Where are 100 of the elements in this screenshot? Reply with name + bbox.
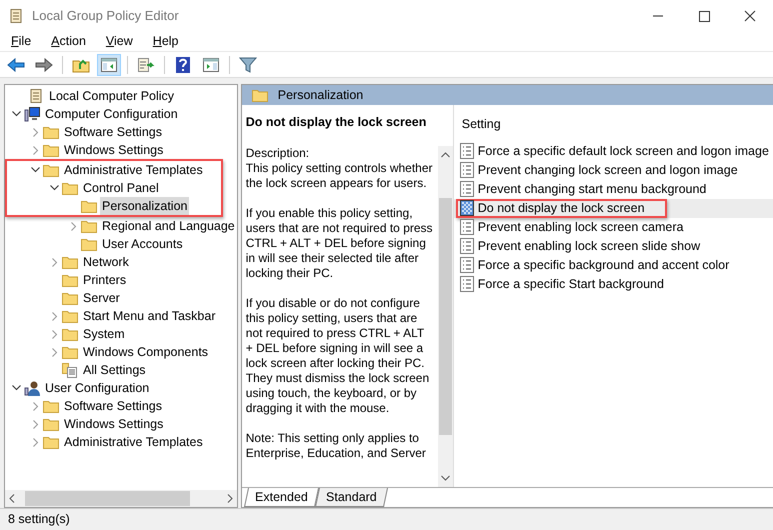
folder-icon xyxy=(43,435,59,449)
tree-item[interactable]: Local Computer Policy xyxy=(47,86,176,106)
folder-icon xyxy=(252,88,268,102)
menu-item[interactable]: View xyxy=(106,32,133,51)
chevron-right-icon[interactable] xyxy=(52,258,58,266)
window-title: Local Group Policy Editor xyxy=(32,7,179,26)
folder-icon xyxy=(43,143,59,157)
settings-list-icon xyxy=(62,362,78,378)
chevron-right-icon[interactable] xyxy=(32,146,38,154)
tree-item[interactable]: Software Settings xyxy=(62,396,164,416)
scroll-down-icon[interactable] xyxy=(440,475,450,481)
tree-item[interactable]: Server xyxy=(81,288,122,308)
folder-icon xyxy=(43,417,59,431)
scroll-right-icon[interactable] xyxy=(226,494,233,503)
setting-row[interactable]: Prevent enabling lock screen camera xyxy=(454,218,773,237)
setting-name: Force a specific default lock screen and logon image xyxy=(478,142,769,160)
setting-name: Force a specific background and accent color xyxy=(478,256,730,274)
setting-row[interactable]: Prevent changing lock screen and logon image xyxy=(454,160,773,180)
list-page-icon xyxy=(460,143,474,160)
folder-icon xyxy=(62,327,78,341)
vertical-scrollbar[interactable] xyxy=(438,146,453,487)
chevron-right-icon[interactable] xyxy=(52,348,58,356)
setting-row[interactable]: Force a specific background and accent color xyxy=(454,256,773,275)
tree-item[interactable]: Administrative Templates xyxy=(62,160,205,180)
folder-icon xyxy=(62,273,78,287)
list-page-icon xyxy=(460,238,474,254)
tree-item[interactable]: User Configuration xyxy=(43,378,152,398)
folder-icon xyxy=(62,291,78,305)
column-header[interactable]: Setting xyxy=(454,115,773,142)
list-page-icon xyxy=(460,257,474,274)
forward-arrow-icon[interactable] xyxy=(35,58,53,72)
checkered-page-icon xyxy=(460,200,474,216)
list-page-icon xyxy=(460,219,474,236)
tree-item[interactable]: Windows Settings xyxy=(62,140,166,160)
chevron-down-icon[interactable] xyxy=(12,385,21,391)
tree-item[interactable]: Control Panel xyxy=(81,178,161,198)
scroll-up-icon[interactable] xyxy=(440,152,450,158)
tree-item[interactable]: Windows Components xyxy=(81,342,210,362)
chevron-down-icon[interactable] xyxy=(31,167,40,173)
user-icon xyxy=(24,380,40,396)
setting-name: Force a specific Start background xyxy=(478,276,664,293)
computer-icon xyxy=(24,106,40,122)
description-text: Note: This setting only applies to Enterprise, Education, and Server xyxy=(246,430,427,461)
tree-item[interactable]: All Settings xyxy=(81,360,148,380)
menu-item[interactable]: File xyxy=(11,32,32,51)
folder-icon xyxy=(62,309,78,323)
tree-item[interactable]: Network xyxy=(81,252,131,272)
setting-name: Prevent changing start menu background xyxy=(478,180,706,198)
tree-item[interactable]: Start Menu and Taskbar xyxy=(81,306,218,326)
help-icon[interactable] xyxy=(175,56,191,74)
setting-row[interactable]: Prevent enabling lock screen slide show xyxy=(454,236,773,256)
chevron-down-icon[interactable] xyxy=(12,111,21,117)
setting-name: Prevent enabling lock screen slide show xyxy=(478,238,700,255)
tree-item[interactable]: Printers xyxy=(81,270,128,290)
tree-item[interactable]: Windows Settings xyxy=(62,414,166,434)
setting-row[interactable]: Do not display the lock screen xyxy=(454,198,773,218)
setting-row[interactable]: Force a specific default lock screen and logon image xyxy=(454,142,773,161)
setting-row[interactable]: Prevent changing start menu background xyxy=(454,180,773,199)
policy-title: Do not display the lock screen xyxy=(244,114,428,131)
scroll-left-icon[interactable] xyxy=(9,494,15,503)
tree-item[interactable]: Software Settings xyxy=(62,122,164,142)
folder-icon xyxy=(43,399,59,413)
setting-row[interactable]: Force a specific Start background xyxy=(454,274,773,294)
description-text: Description: This policy setting controls whether the lock screen appears for users. xyxy=(246,146,434,191)
chevron-right-icon[interactable] xyxy=(32,128,38,136)
tree-item[interactable]: Computer Configuration xyxy=(43,104,180,124)
tab[interactable]: Standard xyxy=(314,488,388,507)
menu-item[interactable]: Help xyxy=(152,32,179,51)
chevron-down-icon[interactable] xyxy=(50,185,59,191)
tree-item[interactable]: Administrative Templates xyxy=(62,432,205,452)
chevron-right-icon[interactable] xyxy=(52,330,58,338)
scroll-icon xyxy=(8,8,24,24)
chevron-right-icon[interactable] xyxy=(32,420,38,428)
chevron-right-icon[interactable] xyxy=(32,438,38,446)
tree-item[interactable]: Regional and Language xyxy=(100,216,237,236)
folder-icon xyxy=(81,237,97,251)
list-page-icon xyxy=(460,181,474,198)
tree-item[interactable]: Personalization xyxy=(100,196,190,216)
setting-name: Prevent changing lock screen and logon image xyxy=(478,162,738,179)
folder-icon xyxy=(43,163,59,177)
folder-icon xyxy=(81,199,97,213)
horizontal-scrollbar[interactable] xyxy=(5,490,237,507)
pane-header-title: Personalization xyxy=(278,86,364,104)
chevron-right-icon[interactable] xyxy=(70,222,76,230)
scroll-icon xyxy=(28,88,44,104)
folder-icon xyxy=(62,345,78,359)
setting-name: Prevent enabling lock screen camera xyxy=(478,218,684,236)
description-text: If you enable this policy setting, users that are not required to press CTRL + ALT + DEL before signing in will see their selected tile after locking their PC. xyxy=(246,206,434,281)
setting-name: Do not display the lock screen xyxy=(478,200,645,217)
list-page-icon xyxy=(460,276,474,292)
folder-icon xyxy=(62,181,78,195)
folder-icon xyxy=(81,219,97,233)
back-arrow-icon[interactable] xyxy=(7,58,25,72)
folder-icon xyxy=(62,255,78,269)
menu-item[interactable]: Action xyxy=(51,32,86,51)
chevron-right-icon[interactable] xyxy=(52,312,58,320)
chevron-right-icon[interactable] xyxy=(32,402,38,410)
tab[interactable]: Extended xyxy=(244,488,319,507)
tree-item[interactable]: System xyxy=(81,324,127,344)
tree-item[interactable]: User Accounts xyxy=(100,234,185,254)
